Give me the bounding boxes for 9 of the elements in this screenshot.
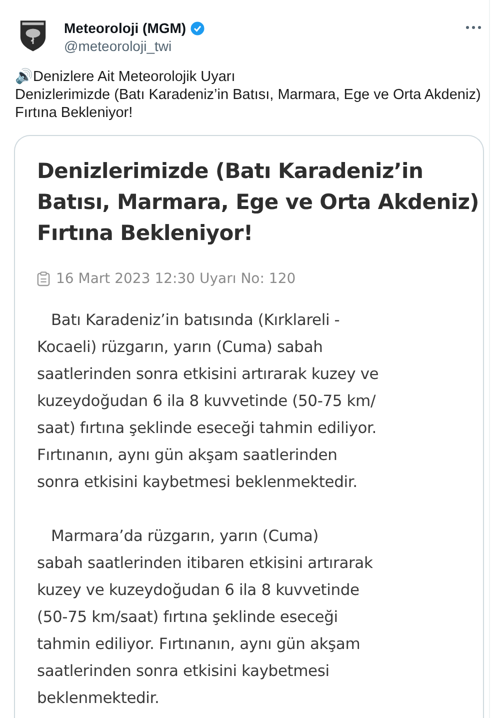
tweet-text: 🔊Denizlere Ait Meteorolojik Uyarı Denizlerimizde (Batı Karadeniz’in Batısı, Marmara, Ege ve Orta Akdeniz) Fırtına Bekleniyor! xyxy=(14,67,482,122)
document-title: Denizlerimizde (Batı Karadeniz’in Batısı, Marmara, Ege ve Orta Akdeniz) Fırtına Bekleniyor! xyxy=(37,158,480,247)
body-paragraph: Marmara’da rüzgarın, yarın (Cuma) sabah saatlerinden itibaren etkisini artırarak kuzey ve kuzeydoğudan 6 ila 8 kuvvetinde (50-75 km/saat) fırtına şeklinde eseceği tahmin ediliyor. Fırtınanın, aynı gün akşam saatlerinden sonra etkisini kaybetmesi beklenmektedir. xyxy=(37,526,374,709)
body-paragraph: Batı Karadeniz’in batısında (Kırklareli - Kocaeli) rüzgarın, yarın (Cuma) sabah saatlerinden sonra etkisini artırarak kuzey ve kuzeydoğudan 6 ila 8 kuvvetinde (50-75 km/ saat) fırtına şeklinde eseceği tahmin ediliyor. Fırtınanın, aynı gün akşam saatlerinden sonra etkisini kaybetmesi beklenmektedir. xyxy=(37,310,380,493)
date-text: 16 Mart 2023 12:30 Uyarı No: 120 xyxy=(56,271,296,287)
attached-image[interactable] xyxy=(14,135,484,718)
author-name[interactable]: Meteoroloji (MGM) xyxy=(64,20,186,36)
clipboard-icon xyxy=(37,271,50,287)
author-handle[interactable]: @meteoroloji_twi xyxy=(64,38,458,54)
